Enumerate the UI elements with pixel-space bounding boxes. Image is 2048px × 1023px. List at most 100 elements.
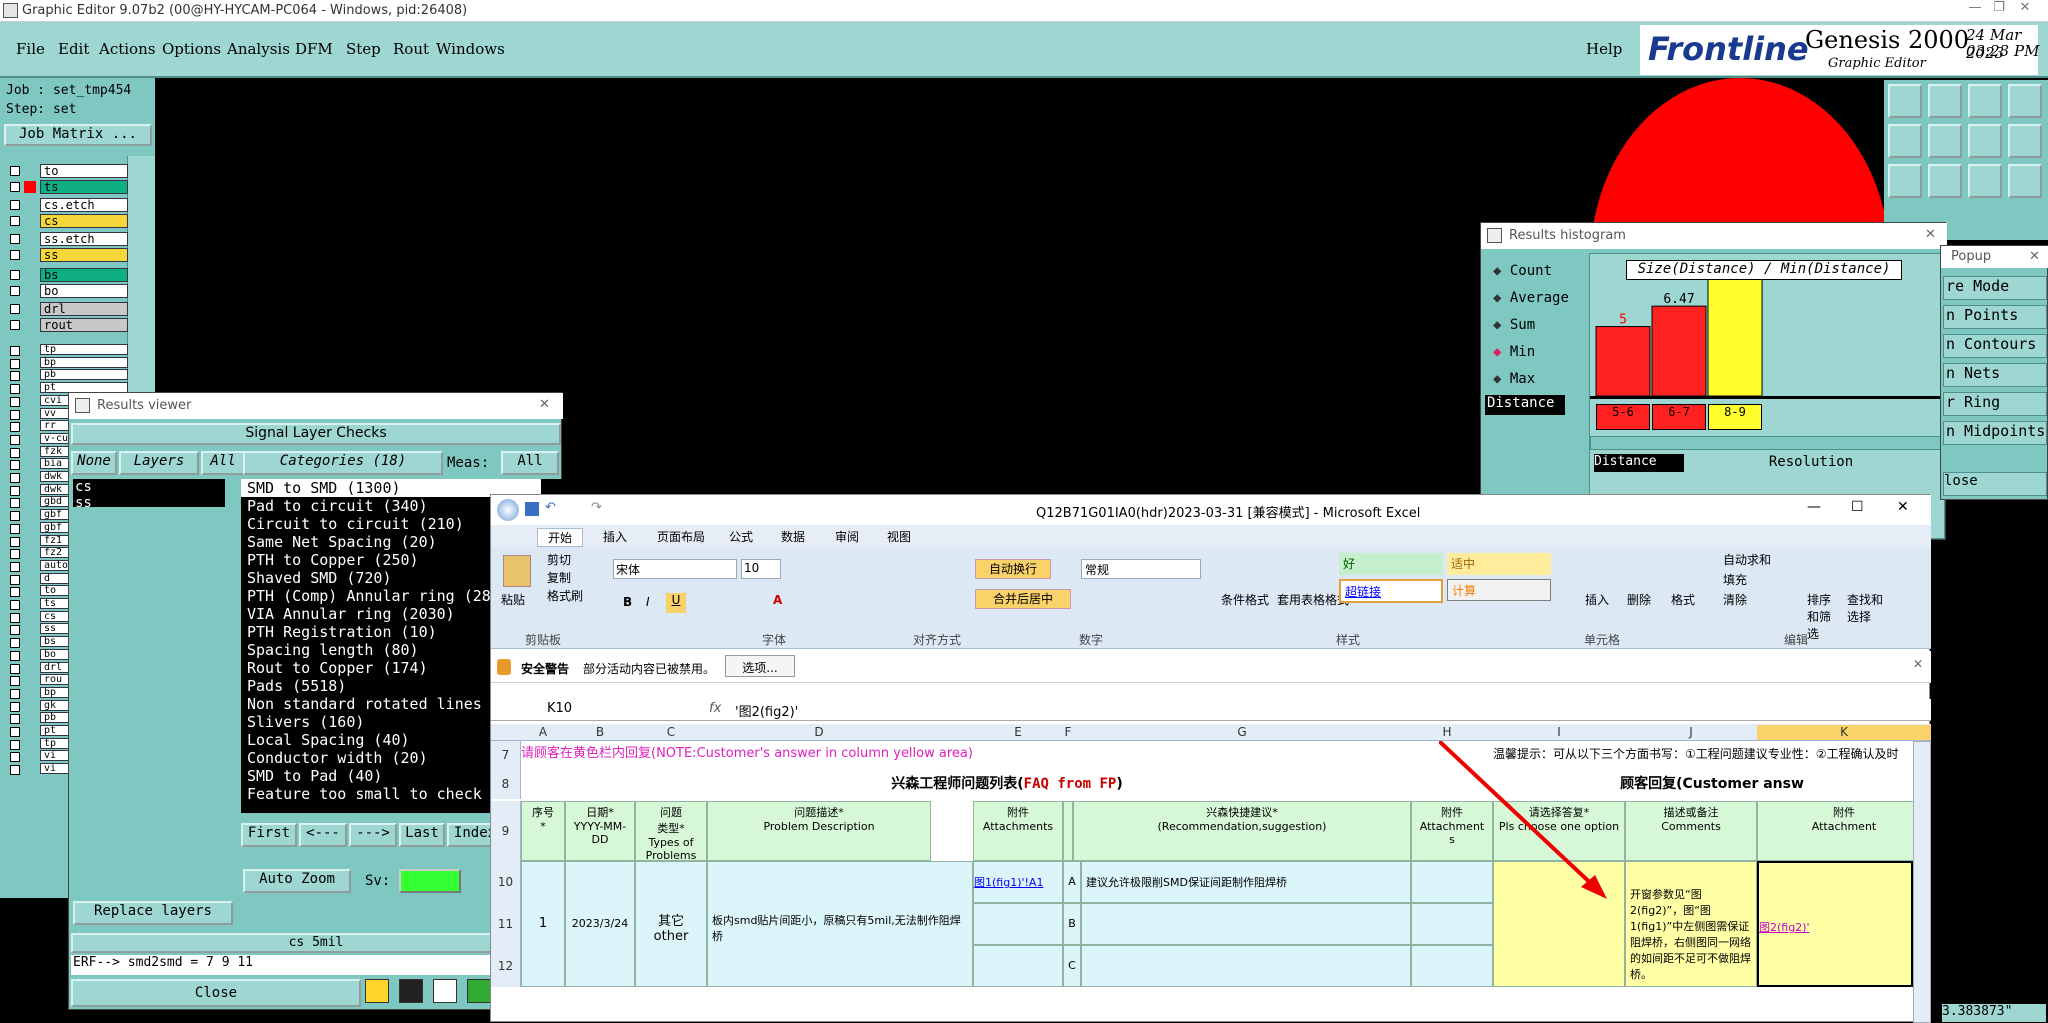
minimize-button[interactable]: — bbox=[1807, 499, 1821, 515]
popup-item[interactable]: n Contours bbox=[1943, 334, 2047, 358]
layer-checkbox[interactable] bbox=[10, 486, 20, 496]
category-item[interactable]: VIA Annular ring (2030) bbox=[247, 605, 455, 623]
layer-name[interactable]: ss.etch bbox=[40, 232, 128, 246]
menu-help[interactable]: Help bbox=[1586, 40, 1622, 58]
column-header[interactable]: F bbox=[1063, 725, 1073, 739]
menu-windows[interactable]: Windows bbox=[436, 40, 505, 58]
distance-item[interactable]: Distance bbox=[1485, 395, 1565, 415]
font-size-select[interactable]: 10 bbox=[741, 559, 781, 579]
function-icon[interactable]: fx bbox=[709, 701, 721, 716]
job-matrix-button[interactable]: Job Matrix ... bbox=[4, 124, 152, 146]
layer-checkbox[interactable] bbox=[10, 676, 20, 686]
stack-icon[interactable] bbox=[2008, 124, 2042, 158]
layer-name[interactable]: drl bbox=[40, 302, 128, 316]
cut-button[interactable]: 剪切 bbox=[547, 551, 571, 568]
meas-select[interactable]: All bbox=[501, 451, 559, 475]
delete-icon[interactable] bbox=[433, 979, 457, 1003]
header-cell[interactable]: 附件 Attachment bbox=[1757, 801, 1931, 861]
category-item[interactable]: PTH Registration (10) bbox=[247, 623, 437, 641]
row-header[interactable]: 11 bbox=[491, 903, 521, 945]
snap-right-icon[interactable] bbox=[1928, 124, 1962, 158]
description-cell[interactable]: 板内smd贴片间距小，原稿只有5mil,无法制作阻焊桥 bbox=[707, 861, 973, 987]
row-number-cell[interactable]: 1 bbox=[521, 861, 565, 987]
layer-checkbox[interactable] bbox=[10, 410, 20, 420]
layer-checkbox[interactable] bbox=[10, 384, 20, 394]
layer-checkbox[interactable] bbox=[10, 182, 20, 192]
category-item[interactable]: Rout to Copper (174) bbox=[247, 659, 428, 677]
radio-icon[interactable]: ◆ bbox=[1493, 263, 1501, 279]
popup-item[interactable]: r Ring bbox=[1943, 392, 2047, 416]
layer-checkbox[interactable] bbox=[10, 575, 20, 585]
autosum-button[interactable]: 自动求和 bbox=[1723, 551, 1771, 568]
header-cell[interactable]: 描述或备注 Comments bbox=[1625, 801, 1757, 861]
popup-item[interactable]: n Points bbox=[1943, 305, 2047, 329]
italic-button[interactable]: I bbox=[646, 595, 650, 609]
layer-checkbox[interactable] bbox=[10, 549, 20, 559]
header-cell[interactable]: 日期* YYYY-MM-DD bbox=[565, 801, 635, 861]
date-cell[interactable]: 2023/3/24 bbox=[565, 861, 635, 987]
histogram-bar[interactable] bbox=[1708, 280, 1762, 396]
category-item[interactable]: Non standard rotated lines bbox=[247, 695, 482, 713]
option-cell[interactable]: A bbox=[1063, 861, 1081, 903]
radio-option[interactable]: ◆ Average bbox=[1493, 290, 1569, 306]
layer-checkbox[interactable] bbox=[10, 651, 20, 661]
menu-analysis[interactable]: Analysis bbox=[227, 40, 290, 58]
layer-checkbox[interactable] bbox=[10, 286, 20, 296]
histogram-bar[interactable] bbox=[1652, 306, 1706, 396]
layer-name[interactable]: bp bbox=[40, 357, 128, 368]
paste-icon[interactable] bbox=[503, 555, 531, 587]
layer-checkbox[interactable] bbox=[10, 524, 20, 534]
underline-button[interactable]: U bbox=[666, 593, 686, 613]
layer-checkbox[interactable] bbox=[10, 216, 20, 226]
scale-icon[interactable] bbox=[1968, 164, 2002, 198]
layer-name[interactable]: bs bbox=[40, 268, 128, 282]
last-button[interactable]: Last bbox=[399, 823, 445, 847]
radio-icon[interactable]: ◆ bbox=[1493, 290, 1501, 306]
none-button[interactable]: None bbox=[71, 451, 117, 475]
category-item[interactable]: Pads (5518) bbox=[247, 677, 346, 695]
category-item[interactable]: Feature too small to check bbox=[247, 785, 482, 803]
close-button[interactable]: ✕ bbox=[1897, 499, 1909, 515]
comment-cell[interactable]: 开窗参数见“图2(fig2)”，图“图1(fig1)”中左侧图需保证阻焊桥，右侧… bbox=[1625, 861, 1757, 987]
row-header[interactable]: 10 bbox=[491, 861, 521, 903]
category-item[interactable]: Slivers (160) bbox=[247, 713, 364, 731]
layer-checkbox[interactable] bbox=[10, 448, 20, 458]
header-cell[interactable]: 附件 Attachments bbox=[973, 801, 1063, 861]
layer-checkbox[interactable] bbox=[10, 460, 20, 470]
layer-name[interactable]: ts bbox=[40, 180, 128, 194]
home-icon[interactable] bbox=[1968, 84, 2002, 118]
title-cell[interactable]: 兴森工程师问题列表(FAQ from FP) bbox=[521, 771, 1493, 799]
layer-checkbox[interactable] bbox=[10, 765, 20, 775]
column-header[interactable]: J bbox=[1625, 725, 1757, 739]
radio-icon[interactable]: ◆ bbox=[1493, 371, 1501, 387]
all-button[interactable]: All bbox=[201, 451, 245, 475]
radio-label[interactable]: Min bbox=[1510, 344, 1535, 360]
category-item[interactable]: PTH (Comp) Annular ring (280) bbox=[247, 587, 509, 605]
histogram-bar[interactable] bbox=[1596, 327, 1650, 396]
list-item[interactable]: cs bbox=[73, 479, 225, 495]
copy-button[interactable]: 复制 bbox=[547, 569, 571, 586]
radio-icon[interactable]: ◆ bbox=[1493, 344, 1501, 360]
layer-checkbox[interactable] bbox=[10, 435, 20, 445]
radio-label[interactable]: Max bbox=[1510, 371, 1535, 387]
center-icon[interactable] bbox=[1928, 164, 1962, 198]
ribbon-tab[interactable]: 公式 bbox=[729, 528, 753, 545]
menu-dfm[interactable]: DFM bbox=[295, 40, 333, 58]
layer-name[interactable]: ss bbox=[40, 248, 128, 262]
layer-name[interactable]: cs bbox=[40, 214, 128, 228]
layer-checkbox[interactable] bbox=[10, 498, 20, 508]
category-item[interactable]: Spacing length (80) bbox=[247, 641, 419, 659]
insert-cells-button[interactable]: 插入 bbox=[1585, 591, 1609, 608]
menu-options[interactable]: Options bbox=[162, 40, 221, 58]
save-icon[interactable] bbox=[525, 502, 539, 516]
sheet-grid[interactable]: 789101112请顾客在黄色栏内回复(NOTE:Customer's answ… bbox=[491, 741, 1931, 1023]
row-header[interactable]: 12 bbox=[491, 945, 521, 987]
ribbon-tab[interactable]: 视图 bbox=[887, 528, 911, 545]
menu-edit[interactable]: Edit bbox=[58, 40, 89, 58]
header-cell[interactable]: 兴森快捷建议* (Recommendation,suggestion) bbox=[1073, 801, 1411, 861]
close-icon[interactable]: ✕ bbox=[539, 397, 550, 412]
list-item[interactable]: ss bbox=[73, 495, 225, 511]
header-cell[interactable]: 序号 * bbox=[521, 801, 565, 861]
snap-left-icon[interactable] bbox=[1888, 124, 1922, 158]
cell[interactable] bbox=[1081, 945, 1411, 987]
